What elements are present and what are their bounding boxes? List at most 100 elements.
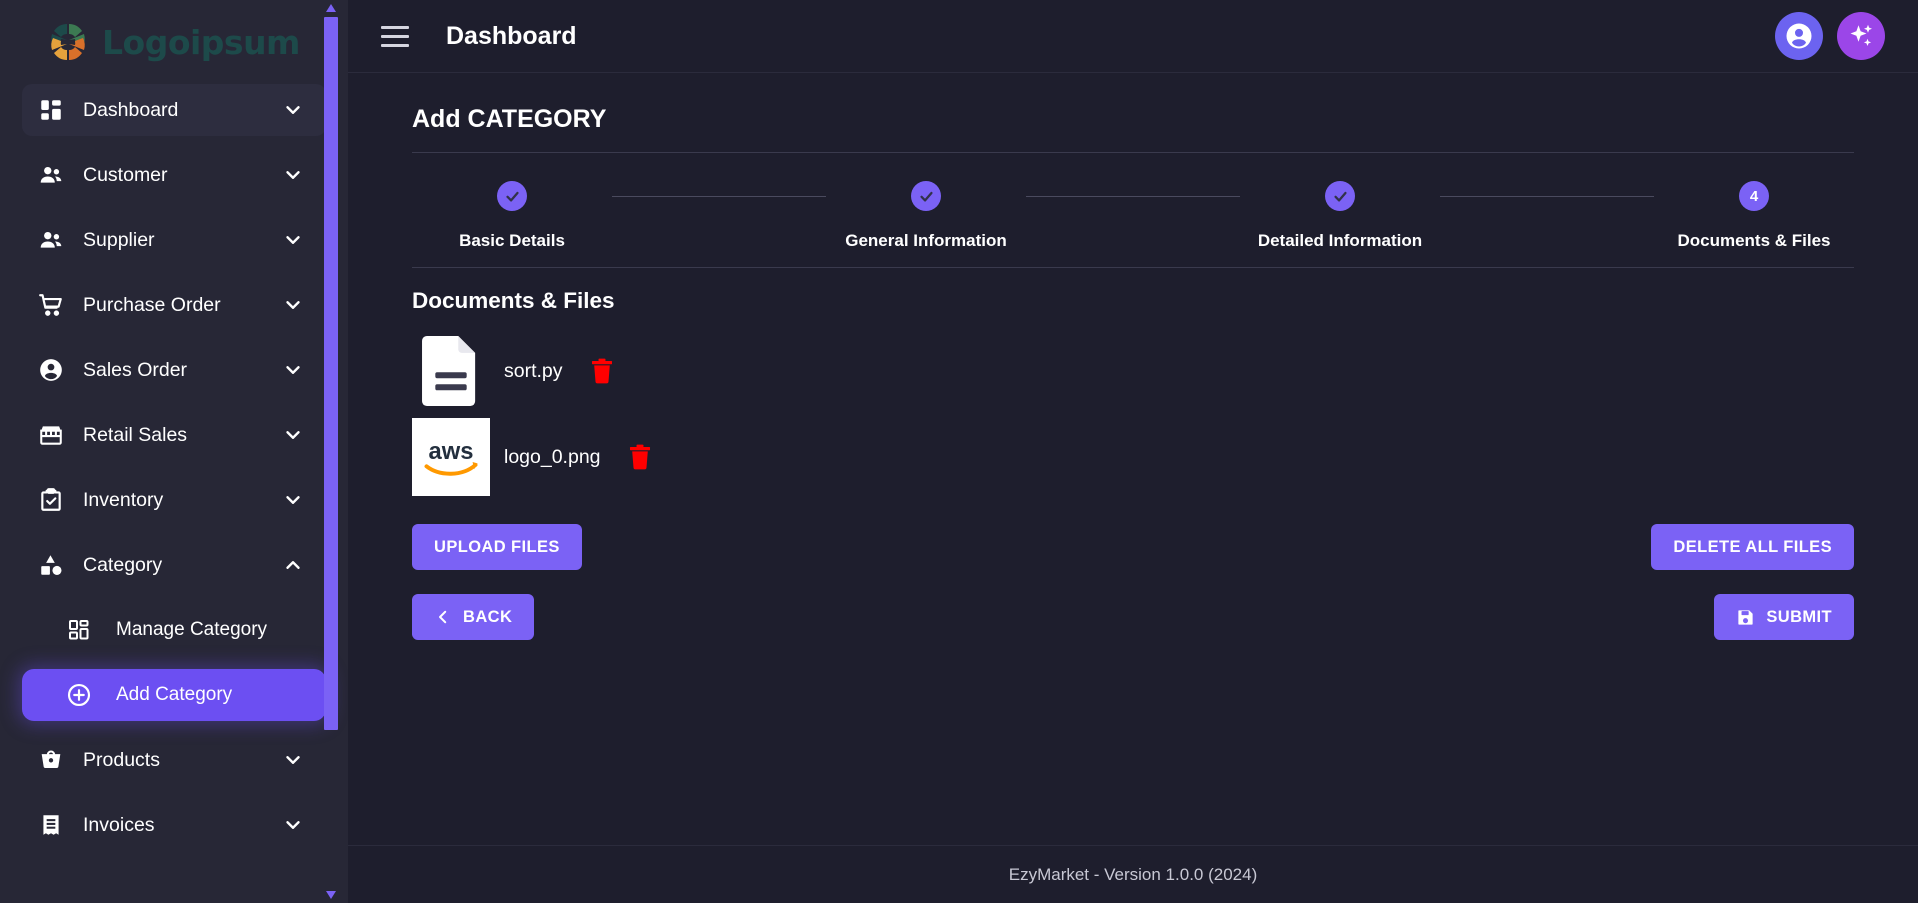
step-connector bbox=[612, 196, 826, 197]
sidebar-item-retail-sales[interactable]: Retail Sales bbox=[22, 409, 326, 461]
plus-circle-icon bbox=[64, 680, 94, 710]
file-list: sort.py aws logo_0.png bbox=[412, 328, 1854, 500]
chevron-down-icon[interactable] bbox=[282, 164, 304, 186]
shapes-icon bbox=[36, 550, 66, 580]
sidebar-item-customer[interactable]: Customer bbox=[22, 149, 326, 201]
scroll-down-arrow-icon[interactable] bbox=[324, 888, 338, 902]
upload-actions-row: UPLOAD FILES DELETE ALL FILES bbox=[412, 524, 1854, 570]
ai-assistant-button[interactable] bbox=[1837, 12, 1885, 60]
step-documents-files[interactable]: 4 Documents & Files bbox=[1654, 181, 1854, 251]
grid-dashboard-icon bbox=[36, 95, 66, 125]
sidebar-nav: Dashboard Customer Supplier Purchase Ord… bbox=[0, 84, 348, 851]
step-connector bbox=[1026, 196, 1240, 197]
step-label: Basic Details bbox=[459, 231, 565, 250]
topbar: Dashboard bbox=[348, 0, 1918, 73]
form-stepper: Basic Details General Information Detail… bbox=[412, 153, 1854, 267]
grid-dashboard-icon bbox=[64, 615, 94, 645]
step-badge-current: 4 bbox=[1739, 181, 1769, 211]
hamburger-menu-icon[interactable] bbox=[378, 19, 412, 53]
back-button[interactable]: BACK bbox=[412, 594, 535, 640]
step-detailed-information[interactable]: Detailed Information bbox=[1240, 181, 1440, 251]
chevron-down-icon[interactable] bbox=[282, 99, 304, 121]
trash-icon bbox=[590, 358, 614, 384]
sidebar-subitem-label: Add Category bbox=[116, 684, 233, 705]
aws-logo-thumbnail: aws bbox=[412, 418, 490, 496]
user-circle-icon bbox=[36, 355, 66, 385]
chevron-down-icon[interactable] bbox=[282, 749, 304, 771]
users-icon bbox=[36, 225, 66, 255]
shopping-cart-icon bbox=[36, 290, 66, 320]
delete-file-button[interactable] bbox=[627, 443, 653, 471]
sidebar-subitem-add-category[interactable]: Add Category bbox=[22, 669, 326, 721]
form-title: Add CATEGORY bbox=[412, 105, 607, 133]
page-title: Dashboard bbox=[446, 21, 577, 50]
sidebar-item-dashboard[interactable]: Dashboard bbox=[22, 84, 326, 136]
step-general-information[interactable]: General Information bbox=[826, 181, 1026, 251]
svg-text:aws: aws bbox=[429, 438, 474, 465]
sidebar-item-label: Purchase Order bbox=[83, 293, 221, 316]
pinwheel-logo-icon bbox=[44, 18, 92, 66]
sidebar-item-label: Dashboard bbox=[83, 98, 179, 121]
users-icon bbox=[36, 160, 66, 190]
sidebar-item-supplier[interactable]: Supplier bbox=[22, 214, 326, 266]
receipt-icon bbox=[36, 810, 66, 840]
content-area: Add CATEGORY Basic Details General Infor… bbox=[348, 73, 1918, 845]
sidebar-scrollbar[interactable] bbox=[324, 0, 338, 903]
sidebar-subitem-manage-category[interactable]: Manage Category bbox=[22, 604, 326, 656]
sidebar: Logoipsum Dashboard Customer Supplier Pu… bbox=[0, 0, 348, 903]
sidebar-item-label: Category bbox=[83, 553, 163, 576]
chevron-down-icon[interactable] bbox=[282, 294, 304, 316]
file-row: aws logo_0.png bbox=[412, 414, 1854, 500]
user-avatar-button[interactable] bbox=[1775, 12, 1823, 60]
sidebar-item-label: Invoices bbox=[83, 813, 155, 836]
storefront-icon bbox=[36, 420, 66, 450]
back-button-label: BACK bbox=[463, 607, 513, 626]
chevron-down-icon[interactable] bbox=[282, 359, 304, 381]
footer-text: EzyMarket - Version 1.0.0 (2024) bbox=[1008, 864, 1258, 884]
delete-all-files-button[interactable]: DELETE ALL FILES bbox=[1651, 524, 1854, 570]
sidebar-item-inventory[interactable]: Inventory bbox=[22, 474, 326, 526]
trash-icon bbox=[628, 444, 652, 470]
sparkles-icon bbox=[1846, 21, 1876, 51]
document-file-icon bbox=[422, 336, 480, 406]
sidebar-item-label: Products bbox=[83, 748, 160, 771]
sidebar-item-purchase-order[interactable]: Purchase Order bbox=[22, 279, 326, 331]
sidebar-subitem-label: Manage Category bbox=[116, 619, 268, 640]
sidebar-item-label: Supplier bbox=[83, 228, 155, 251]
sidebar-item-label: Sales Order bbox=[83, 358, 188, 381]
scrollbar-thumb[interactable] bbox=[324, 17, 338, 730]
user-avatar-icon bbox=[1784, 21, 1814, 51]
scroll-up-arrow-icon[interactable] bbox=[324, 1, 338, 15]
brand-logo[interactable]: Logoipsum bbox=[0, 0, 348, 84]
upload-files-button[interactable]: UPLOAD FILES bbox=[412, 524, 582, 570]
chevron-down-icon[interactable] bbox=[282, 424, 304, 446]
step-label: Documents & Files bbox=[1677, 231, 1831, 250]
stepper-divider bbox=[412, 267, 1854, 268]
save-floppy-icon bbox=[1736, 608, 1755, 627]
chevron-down-icon[interactable] bbox=[282, 229, 304, 251]
main-area: Dashboard Add CATEGORY Basic Details Gen… bbox=[348, 0, 1918, 903]
chevron-left-icon bbox=[434, 608, 452, 626]
step-basic-details[interactable]: Basic Details bbox=[412, 181, 612, 251]
sidebar-item-products[interactable]: Products bbox=[22, 734, 326, 786]
submit-button-label: SUBMIT bbox=[1766, 607, 1832, 626]
section-title: Documents & Files bbox=[412, 288, 615, 313]
sidebar-item-label: Customer bbox=[83, 163, 168, 186]
chevron-down-icon[interactable] bbox=[282, 814, 304, 836]
delete-file-button[interactable] bbox=[589, 357, 615, 385]
sidebar-item-invoices[interactable]: Invoices bbox=[22, 799, 326, 851]
chevron-up-icon[interactable] bbox=[282, 554, 304, 576]
sidebar-item-category[interactable]: Category bbox=[22, 539, 326, 591]
step-badge-completed bbox=[497, 181, 527, 211]
sidebar-item-sales-order[interactable]: Sales Order bbox=[22, 344, 326, 396]
sidebar-item-label: Inventory bbox=[83, 488, 164, 511]
step-label: General Information bbox=[845, 231, 1007, 250]
step-connector bbox=[1440, 196, 1654, 197]
file-row: sort.py bbox=[412, 328, 1854, 414]
clipboard-check-icon bbox=[36, 485, 66, 515]
file-name: logo_0.png bbox=[504, 445, 601, 468]
submit-button[interactable]: SUBMIT bbox=[1714, 594, 1854, 640]
sidebar-item-label: Retail Sales bbox=[83, 423, 188, 446]
chevron-down-icon[interactable] bbox=[282, 489, 304, 511]
file-name: sort.py bbox=[504, 359, 563, 382]
